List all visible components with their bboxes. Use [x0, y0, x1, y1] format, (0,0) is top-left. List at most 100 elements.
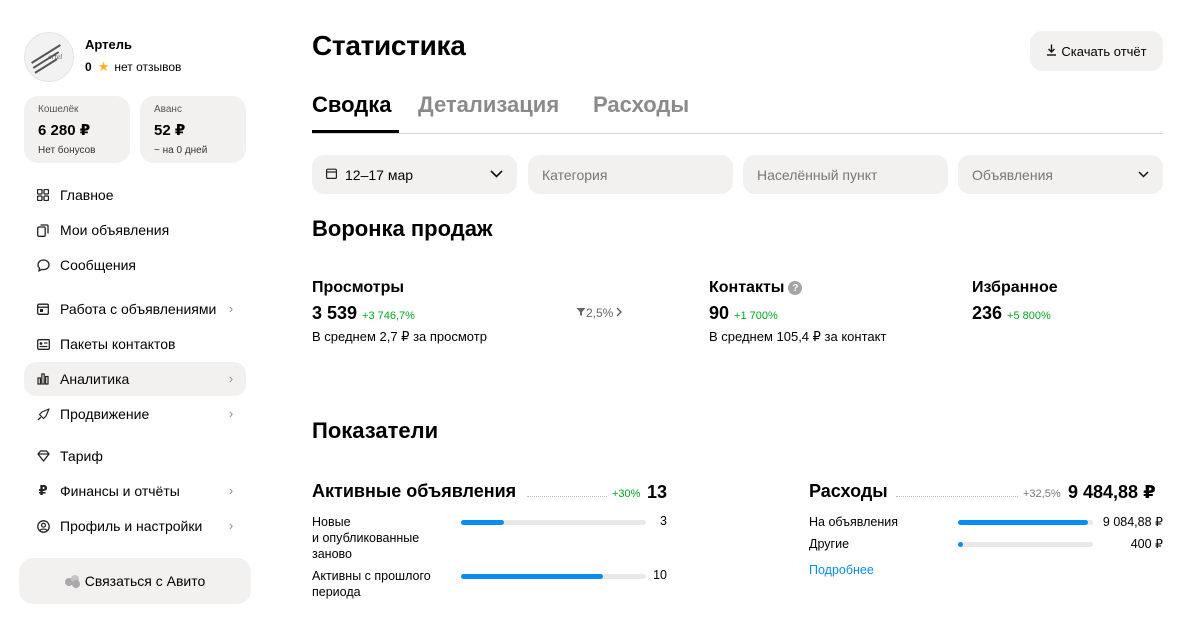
sidebar-item-label: Финансы и отчёты [60, 483, 180, 499]
wallet-label: Кошелёк [38, 104, 79, 115]
category-filter[interactable]: Категория [528, 155, 733, 194]
help-icon[interactable]: ? [788, 281, 803, 295]
sidebar-item-tariff[interactable]: Тариф [24, 439, 246, 473]
bar-label: Активны с прошлого периода [312, 569, 431, 599]
active-ads-delta: +30% [612, 488, 641, 500]
wallet-sub: Нет бонусов [38, 145, 96, 156]
chevron-right-icon: › [228, 518, 234, 533]
copy-icon [36, 223, 50, 237]
bar-track [958, 542, 1093, 547]
advance-label: Аванс [154, 104, 182, 115]
sidebar-item-label: Профиль и настройки [60, 518, 203, 534]
download-report-button[interactable]: Скачать отчёт [1030, 31, 1163, 71]
sidebar-item-label: Сообщения [60, 257, 136, 273]
chevron-right-icon: › [228, 301, 234, 316]
bar-fill [461, 574, 604, 579]
conversion-value: 2,5% [586, 306, 614, 320]
sidebar-item-label: Главное [60, 187, 114, 203]
bar-track [461, 574, 646, 579]
bar-label: На объявления [809, 515, 898, 529]
diamond-icon [36, 449, 50, 463]
expenses-title: Расходы [809, 481, 888, 501]
views-label: Просмотры [312, 279, 405, 296]
page-title: Статистика [312, 30, 466, 61]
funnel-icon [576, 306, 586, 320]
bar-fill [958, 542, 964, 547]
tab-expenses[interactable]: Расходы [593, 92, 689, 118]
sidebar-item-label: Мои объявления [60, 222, 170, 238]
chat-bubbles-icon [64, 575, 81, 588]
sidebar-item-label: Тариф [60, 448, 103, 464]
chevron-down-icon [1138, 165, 1149, 181]
rating[interactable]: 0 ★ нет отзывов [85, 59, 181, 75]
active-ads-total: 13 [647, 482, 668, 502]
contacts-label: Контакты [709, 279, 785, 296]
date-range-select[interactable]: 12–17 мар [312, 155, 517, 194]
chevron-right-icon: › [228, 406, 234, 421]
expenses-delta: +32,5% [1023, 488, 1061, 500]
chat-icon [36, 258, 50, 272]
sidebar-item-label: Работа с объявлениями [60, 301, 217, 317]
sidebar-item-ads-work[interactable]: Работа с объявлениями › [24, 292, 246, 326]
expenses-total: 9 484,88 ₽ [1068, 482, 1156, 502]
reviews-text: нет отзывов [114, 60, 182, 74]
advance-card[interactable]: Аванс 52 ₽ ~ на 0 дней [140, 96, 246, 163]
favorites-value: 236 [972, 303, 1003, 323]
bar-value: 3 [660, 514, 667, 528]
sidebar-item-analytics[interactable]: Аналитика › [24, 362, 246, 396]
profile-block[interactable]: artel Артель 0 ★ нет отзывов [24, 32, 181, 82]
sidebar-item-promotion[interactable]: Продвижение › [24, 397, 246, 431]
sidebar: artel Артель 0 ★ нет отзывов Кошелёк 6 2… [0, 0, 270, 628]
avatar[interactable]: artel [24, 32, 74, 82]
tab-details[interactable]: Детализация [418, 92, 559, 118]
category-placeholder: Категория [542, 166, 608, 183]
views-metric: Просмотры 3 539 +3 746,7% В среднем 2,7 … [312, 279, 487, 345]
contacts-delta: +1 700% [734, 310, 778, 322]
wallet-value: 6 280 ₽ [38, 122, 91, 139]
sidebar-item-label: Продвижение [60, 406, 150, 422]
download-icon [1046, 44, 1057, 59]
funnel-title: Воронка продаж [312, 216, 493, 241]
grid-icon [36, 188, 50, 202]
chevron-right-icon: › [228, 371, 234, 386]
tab-summary[interactable]: Сводка [312, 92, 391, 118]
views-sub: В среднем 2,7 ₽ за просмотр [312, 329, 487, 344]
ruble-icon: ₽ [38, 483, 48, 498]
ads-filter[interactable]: Объявления [958, 155, 1163, 194]
bar-fill [461, 520, 504, 525]
ads-placeholder: Объявления [972, 166, 1053, 183]
dotted-leader [527, 496, 607, 497]
city-filter[interactable]: Населённый пункт [743, 155, 948, 194]
sidebar-item-main[interactable]: Главное [24, 178, 246, 212]
sidebar-item-label: Аналитика [60, 371, 130, 387]
chevron-right-icon: › [228, 483, 234, 498]
favorites-label: Избранное [972, 279, 1058, 296]
sidebar-item-contact-packages[interactable]: Пакеты контактов [24, 327, 246, 361]
bar-value: 400 ₽ [1130, 537, 1163, 551]
sidebar-item-profile-settings[interactable]: Профиль и настройки › [24, 509, 246, 543]
sidebar-item-messages[interactable]: Сообщения [24, 248, 246, 282]
favorites-delta: +5 800% [1007, 310, 1051, 322]
chevron-down-icon [490, 165, 503, 181]
contact-avito-button[interactable]: Связаться с Авито [19, 558, 251, 604]
star-icon: ★ [97, 59, 110, 74]
conversion-badge[interactable]: 2,5% [576, 306, 623, 320]
more-details-link[interactable]: Подробнее [809, 563, 874, 577]
logo-text: artel [48, 54, 63, 61]
download-report-label: Скачать отчёт [1061, 43, 1147, 59]
active-tab-indicator [312, 130, 399, 133]
active-ads-title: Активные объявления [312, 481, 517, 501]
calendar-icon [326, 168, 338, 182]
sidebar-item-finance[interactable]: ₽ Финансы и отчёты › [24, 474, 246, 508]
sidebar-item-label: Пакеты контактов [60, 336, 176, 352]
bar-chart-icon [36, 372, 50, 386]
sidebar-item-my-ads[interactable]: Мои объявления [24, 213, 246, 247]
bar-value: 9 084,88 ₽ [1102, 515, 1163, 529]
bar-value: 10 [653, 568, 667, 582]
shop-name[interactable]: Артель [85, 37, 181, 52]
views-value: 3 539 [312, 303, 358, 323]
city-placeholder: Населённый пункт [757, 166, 878, 183]
favorites-metric: Избранное 236 +5 800% [972, 279, 1058, 324]
wallet-card[interactable]: Кошелёк 6 280 ₽ Нет бонусов [24, 96, 130, 163]
date-range-value: 12–17 мар [345, 166, 414, 183]
